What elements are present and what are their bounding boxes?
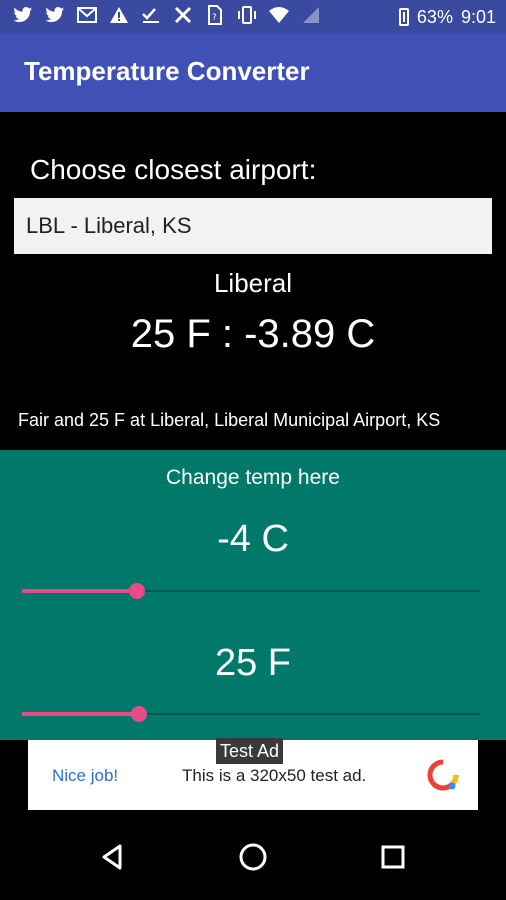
twitter-icon	[44, 6, 66, 28]
celsius-display: -4 C	[217, 518, 289, 560]
signal-icon	[300, 6, 322, 28]
status-right: 63% 9:01	[398, 6, 496, 28]
fahrenheit-slider[interactable]	[22, 706, 480, 722]
weather-description: Fair and 25 F at Liberal, Liberal Munici…	[18, 410, 441, 430]
battery-percent: 63%	[416, 6, 453, 27]
back-icon[interactable]	[96, 840, 130, 874]
main-area: Choose closest airport: LBL - Liberal, K…	[0, 112, 506, 450]
clock: 9:01	[460, 6, 496, 27]
battery-icon	[398, 8, 409, 26]
test-ad-tag: Test Ad	[216, 738, 284, 764]
city-name: Liberal	[213, 268, 293, 298]
fahrenheit-slider-thumb[interactable]	[130, 706, 147, 722]
wifi-icon	[268, 6, 290, 28]
twitter-icon	[12, 6, 34, 28]
app-bar: Temperature Converter	[0, 34, 506, 112]
google-ads-logo-icon	[427, 759, 459, 791]
ad-banner[interactable]: Test Ad Nice job! This is a 320x50 test …	[28, 738, 478, 810]
svg-text:?: ?	[212, 13, 217, 23]
celsius-slider-thumb[interactable]	[128, 583, 145, 599]
fahrenheit-slider-fill	[22, 712, 139, 716]
change-temp-panel: Change temp here -4 C 25 F	[0, 450, 506, 740]
ad-body-text: This is a 320x50 test ad.	[182, 766, 367, 785]
airport-prompt: Choose closest airport:	[30, 154, 317, 185]
gmail-icon	[76, 7, 98, 27]
navigation-bar	[0, 810, 506, 900]
crossed-tools-icon	[172, 6, 194, 28]
recents-icon[interactable]	[376, 840, 410, 874]
notification-icons: ?	[12, 5, 322, 29]
vibrate-icon	[236, 6, 258, 28]
app-title: Temperature Converter	[24, 56, 310, 86]
change-temp-label: Change temp here	[166, 466, 340, 489]
checklist-icon	[140, 6, 162, 28]
celsius-slider[interactable]	[22, 583, 480, 599]
status-bar: ? 63% 9:01	[0, 0, 506, 34]
warning-icon	[108, 6, 130, 28]
sim-icon: ?	[204, 5, 226, 29]
fahrenheit-display: 25 F	[214, 642, 292, 684]
celsius-slider-fill	[22, 589, 137, 593]
conversion-result: 25 F : -3.89 C	[130, 312, 376, 356]
airport-spinner[interactable]: LBL - Liberal, KS	[14, 198, 492, 254]
ad-nice-text: Nice job!	[52, 766, 119, 785]
home-icon[interactable]	[236, 840, 270, 874]
